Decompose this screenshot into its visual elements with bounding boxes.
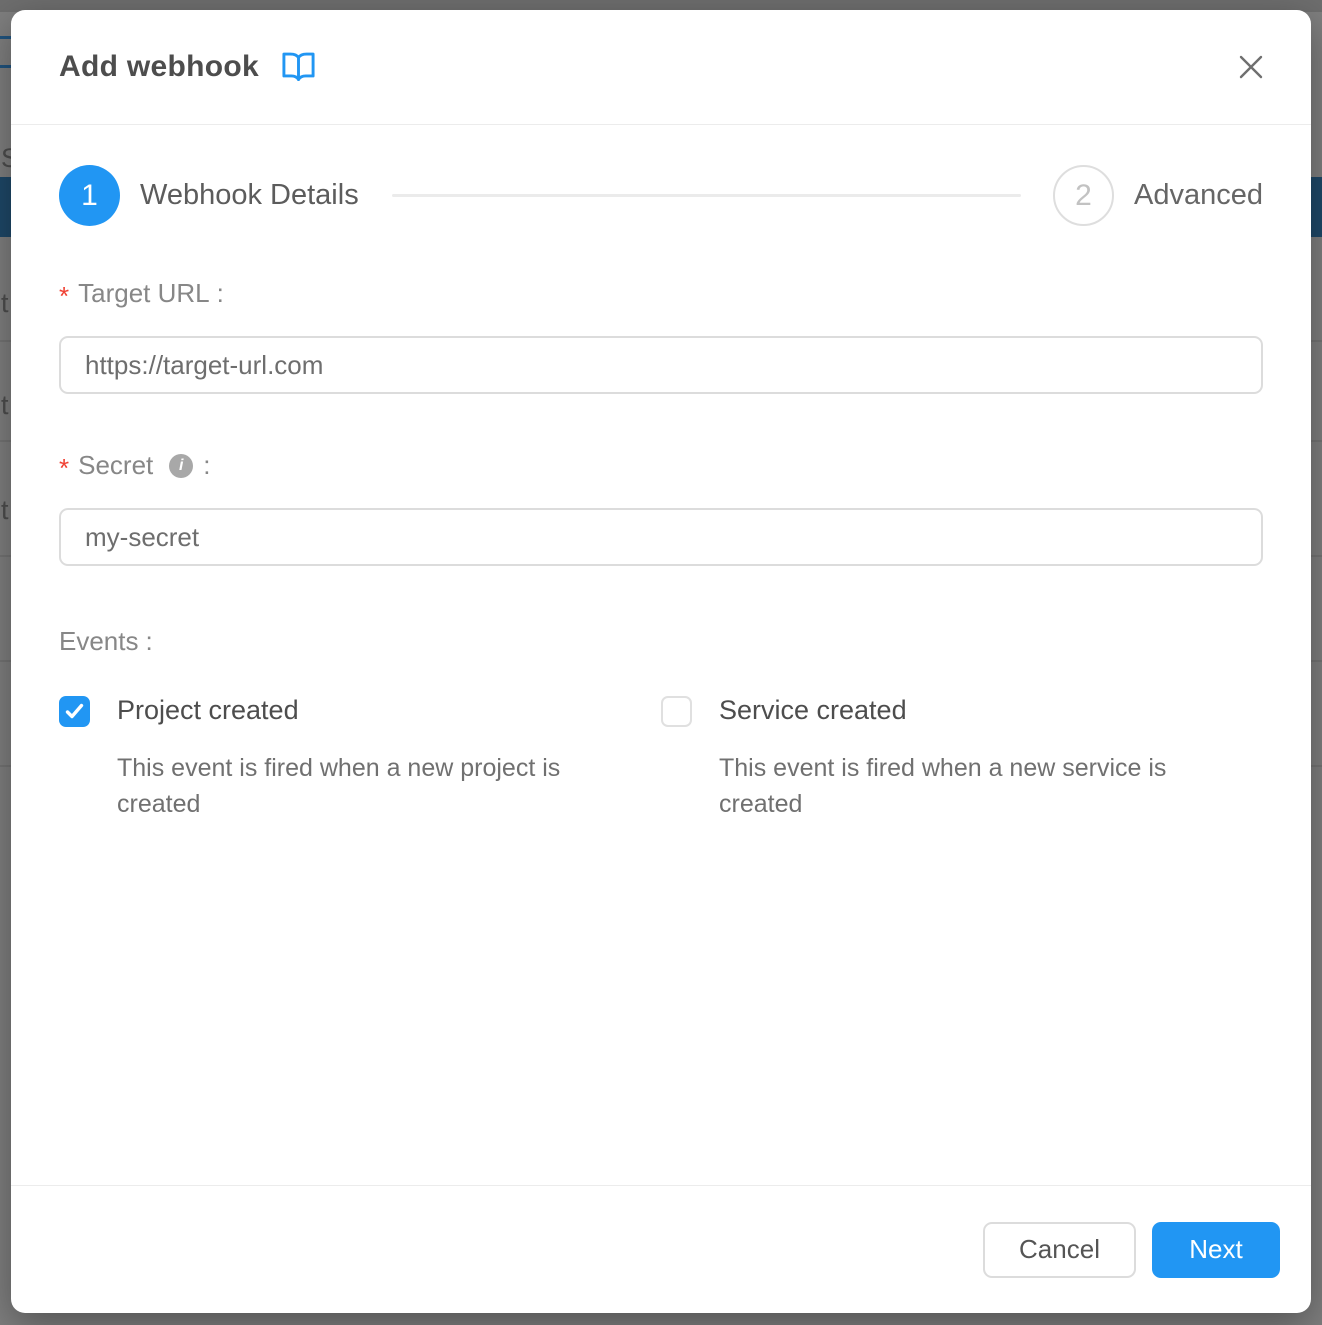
event-option-service-created: Service created This event is fired when…	[661, 695, 1263, 822]
required-asterisk: *	[59, 281, 69, 312]
secret-label-text: Secret	[78, 450, 153, 481]
event-texts: Project created This event is fired when…	[117, 695, 592, 822]
target-url-label-text: Target URL	[78, 278, 210, 309]
modal-title: Add webhook	[59, 50, 259, 84]
events-options: Project created This event is fired when…	[59, 695, 1263, 822]
modal-header: Add webhook	[11, 10, 1311, 125]
secret-colon: :	[203, 450, 210, 481]
target-url-field-group: * Target URL :	[59, 278, 1263, 394]
documentation-book-icon[interactable]	[281, 51, 316, 84]
checkbox-service-created[interactable]	[661, 696, 692, 727]
step-1-circle: 1	[59, 165, 120, 226]
secret-label: * Secret i :	[59, 450, 1263, 481]
target-url-label: * Target URL :	[59, 278, 1263, 309]
checkbox-project-created[interactable]	[59, 696, 90, 727]
steps-connector-line	[392, 194, 1021, 197]
event-description: This event is fired when a new service i…	[719, 750, 1194, 822]
add-webhook-modal: Add webhook 1 Webhook Details	[11, 10, 1311, 1313]
modal-body: 1 Webhook Details 2 Advanced * Target UR…	[11, 125, 1311, 1185]
step-webhook-details: 1 Webhook Details	[59, 165, 359, 226]
events-label-text: Events	[59, 626, 139, 657]
screen: S t t t Add webhook	[0, 0, 1322, 1325]
event-option-project-created: Project created This event is fired when…	[59, 695, 661, 822]
target-url-input[interactable]	[59, 336, 1263, 394]
secret-field-group: * Secret i :	[59, 450, 1263, 566]
events-colon: :	[146, 626, 153, 657]
modal-title-group: Add webhook	[59, 50, 316, 84]
step-advanced: 2 Advanced	[1053, 165, 1263, 226]
secret-input[interactable]	[59, 508, 1263, 566]
steps-indicator: 1 Webhook Details 2 Advanced	[59, 165, 1263, 226]
event-description: This event is fired when a new project i…	[117, 750, 592, 822]
events-label: Events :	[59, 626, 1263, 657]
event-title[interactable]: Project created	[117, 695, 592, 726]
next-button[interactable]: Next	[1152, 1222, 1280, 1278]
step-2-label: Advanced	[1134, 179, 1263, 212]
modal-footer: Cancel Next	[11, 1185, 1311, 1313]
cancel-button[interactable]: Cancel	[983, 1222, 1136, 1278]
step-1-label: Webhook Details	[140, 179, 359, 212]
info-icon[interactable]: i	[169, 454, 193, 478]
close-icon[interactable]	[1231, 47, 1271, 87]
required-asterisk: *	[59, 453, 69, 484]
target-url-colon: :	[217, 278, 224, 309]
event-texts: Service created This event is fired when…	[719, 695, 1194, 822]
step-2-circle: 2	[1053, 165, 1114, 226]
event-title[interactable]: Service created	[719, 695, 1194, 726]
